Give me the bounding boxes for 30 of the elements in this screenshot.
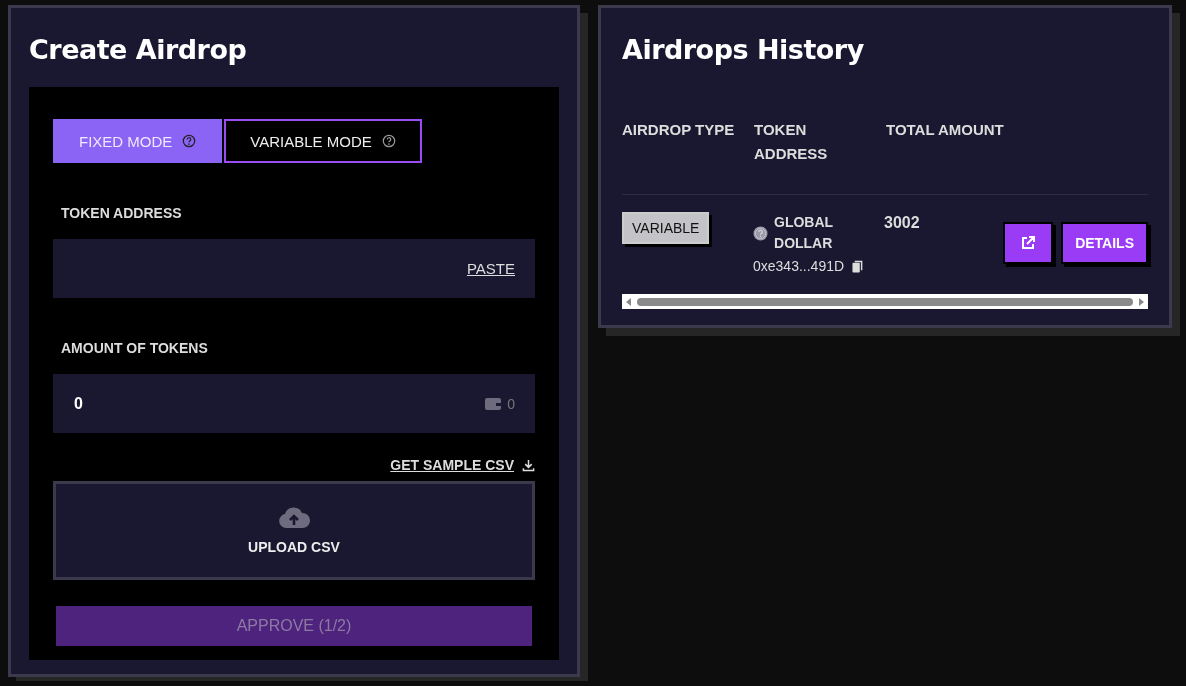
field-label: AMOUNT OF TOKENS [60, 339, 209, 358]
copy-icon[interactable] [852, 259, 864, 273]
help-icon [381, 134, 396, 148]
token-name: GLOBAL DOLLAR [774, 213, 834, 253]
field-label: TOKEN ADDRESS [60, 204, 183, 223]
wallet-icon [485, 396, 502, 411]
token-address-field[interactable]: PASTE [53, 239, 535, 298]
external-link-icon [1020, 235, 1037, 251]
download-icon [522, 458, 535, 472]
amount-field[interactable]: 0 0 [53, 374, 535, 433]
total-amount: 3002 [884, 213, 921, 232]
token-address: 0xe343...491D [753, 258, 845, 274]
column-header: TOKEN ADDRESS [754, 120, 829, 164]
amount-value: 0 [74, 394, 83, 413]
token-icon [753, 225, 768, 241]
details-button[interactable]: DETAILS [1061, 222, 1148, 264]
panel-title: Airdrops History [622, 33, 865, 67]
sample-csv-link[interactable]: GET SAMPLE CSV [390, 457, 514, 473]
column-header: AIRDROP TYPE [622, 120, 736, 140]
mode-tab[interactable]: VARIABLE MODE [224, 119, 422, 163]
column-header: TOTAL AMOUNT [886, 120, 1005, 140]
airdrop-type-badge: VARIABLE [622, 212, 710, 244]
panel-title: Create Airdrop [29, 33, 248, 67]
open-link-button[interactable] [1003, 222, 1054, 264]
balance-value: 0 [507, 395, 515, 412]
horizontal-scrollbar[interactable] [622, 294, 1148, 309]
paste-link[interactable]: PASTE [466, 260, 515, 277]
help-icon [182, 134, 197, 148]
upload-csv-button[interactable]: UPLOAD CSV [53, 481, 535, 580]
cloud-upload-icon [278, 506, 310, 529]
